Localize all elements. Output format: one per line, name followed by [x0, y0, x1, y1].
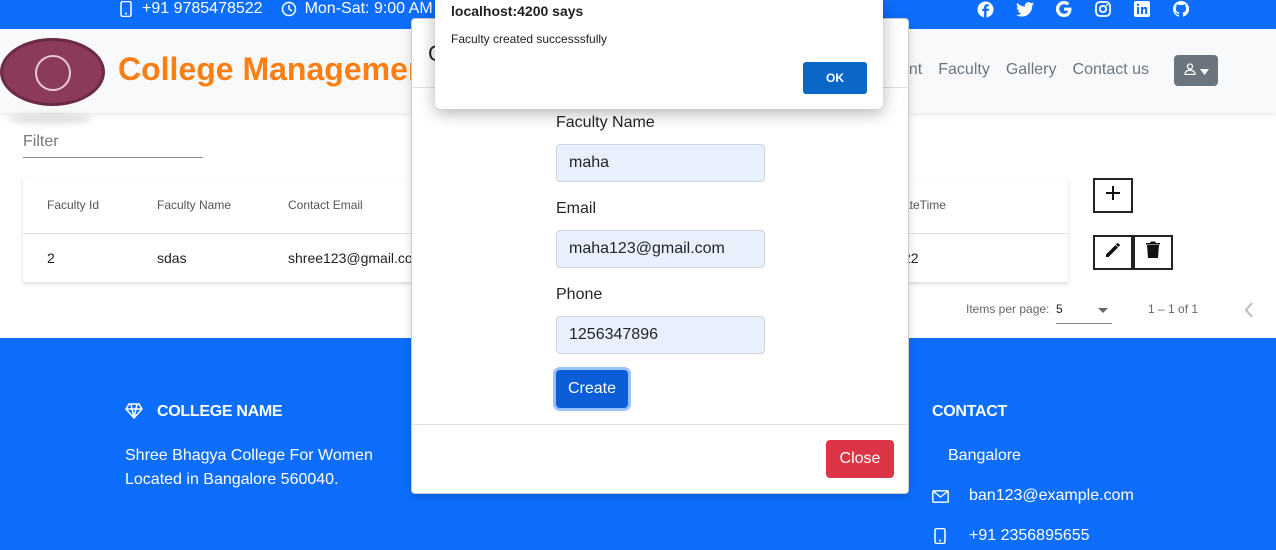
cell-faculty-id: 2 — [47, 250, 55, 266]
items-per-page-value: 5 — [1056, 302, 1063, 316]
faculty-name-input[interactable] — [556, 144, 765, 182]
facebook-icon[interactable] — [976, 0, 995, 18]
create-button[interactable]: Create — [556, 370, 628, 408]
footer-email[interactable]: ban123@example.com — [969, 484, 1134, 508]
header-faculty-name[interactable]: Faculty Name — [157, 198, 231, 212]
clock-icon — [281, 0, 297, 18]
filter-input[interactable]: Filter — [23, 128, 203, 158]
phone-label: Phone — [556, 286, 603, 303]
envelope-icon — [932, 490, 949, 508]
header-datetime[interactable]: ateTime — [903, 198, 946, 212]
nav-link-contact[interactable]: Contact us — [1073, 61, 1149, 79]
top-hours: Mon-Sat: 9:00 AM - — [304, 0, 443, 17]
user-menu-button[interactable] — [1174, 55, 1218, 86]
email-label: Email — [556, 200, 597, 217]
google-icon[interactable] — [1054, 0, 1073, 18]
user-icon — [1183, 62, 1196, 80]
nav-links: ent Faculty Gallery Contact us — [900, 61, 1149, 79]
email-input[interactable] — [556, 230, 765, 268]
paginator-range: 1 – 1 of 1 — [1148, 302, 1199, 316]
header-faculty-id[interactable]: Faculty Id — [47, 198, 99, 212]
items-per-page-label: Items per page: — [966, 302, 1050, 316]
filter-placeholder: Filter — [23, 133, 59, 150]
mobile-icon — [118, 0, 134, 18]
nav-link-gallery[interactable]: Gallery — [1006, 61, 1057, 79]
phone-input[interactable] — [556, 316, 765, 354]
alert-ok-button[interactable]: OK — [803, 62, 867, 94]
github-icon[interactable] — [1171, 0, 1190, 18]
twitter-icon[interactable] — [1015, 0, 1034, 18]
brand-title[interactable]: College Management — [118, 51, 438, 88]
linkedin-icon[interactable] — [1132, 0, 1151, 18]
browser-alert-dialog: localhost:4200 says Faculty created succ… — [435, 0, 883, 109]
add-faculty-button[interactable] — [1093, 178, 1133, 213]
modal-footer-divider — [412, 424, 908, 425]
gem-icon — [125, 403, 143, 424]
close-button[interactable]: Close — [826, 440, 894, 478]
top-phone: +91 9785478522 — [142, 0, 263, 17]
footer-city: Bangalore — [948, 447, 1021, 464]
delete-faculty-button[interactable] — [1133, 235, 1173, 270]
instagram-icon[interactable] — [1093, 0, 1112, 18]
cell-contact-email: shree123@gmail.co — [288, 250, 413, 266]
edit-faculty-button[interactable] — [1093, 235, 1133, 270]
footer-college-line2: Located in Bangalore 560040. — [125, 471, 339, 488]
plus-icon — [1106, 186, 1120, 205]
footer-contact-heading: CONTACT — [932, 403, 1007, 420]
alert-message: Faculty created successsfully — [451, 32, 608, 46]
footer-phone: +91 2356895655 — [969, 527, 1090, 544]
footer-college-heading: COLLEGE NAME — [157, 403, 283, 420]
college-logo[interactable] — [0, 38, 105, 106]
header-contact-email[interactable]: Contact Email — [288, 198, 363, 212]
trash-icon — [1146, 241, 1160, 264]
dropdown-arrow-icon — [1098, 308, 1108, 313]
mobile-icon — [934, 527, 946, 549]
footer-college-line1: Shree Bhagya College For Women — [125, 447, 373, 464]
faculty-name-label: Faculty Name — [556, 114, 655, 131]
cell-faculty-name: sdas — [157, 250, 187, 266]
decorative-shadow — [8, 114, 92, 124]
nav-link-faculty[interactable]: Faculty — [938, 61, 990, 79]
items-per-page-select[interactable]: 5 — [1056, 302, 1112, 324]
chevron-left-icon[interactable] — [1244, 302, 1254, 323]
pencil-icon — [1104, 241, 1122, 264]
alert-title: localhost:4200 says — [451, 3, 584, 19]
top-contact-info: +91 9785478522 Mon-Sat: 9:00 AM - — [118, 0, 442, 18]
social-links — [976, 0, 1190, 18]
chevron-down-icon — [1199, 62, 1209, 80]
